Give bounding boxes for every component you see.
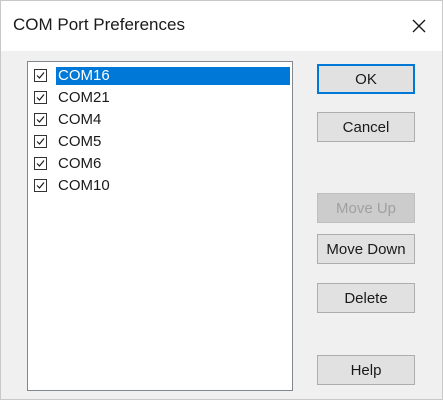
title-bar: COM Port Preferences: [1, 1, 442, 51]
move-down-button[interactable]: Move Down: [317, 234, 415, 264]
list-item[interactable]: COM10: [32, 175, 290, 197]
checkbox[interactable]: [34, 135, 47, 148]
checkmark-icon: [36, 94, 45, 101]
checkbox[interactable]: [34, 69, 47, 82]
checkbox[interactable]: [34, 179, 47, 192]
delete-button[interactable]: Delete: [317, 283, 415, 313]
com-port-list[interactable]: COM16 COM21 COM4 COM5 COM6 COM10: [27, 61, 293, 391]
close-button[interactable]: [396, 1, 442, 51]
ok-button[interactable]: OK: [317, 64, 415, 94]
port-label: COM6: [58, 155, 102, 172]
list-item[interactable]: COM6: [32, 153, 290, 175]
port-label: COM5: [58, 133, 102, 150]
port-label: COM16: [58, 67, 110, 84]
port-label: COM4: [58, 111, 102, 128]
checkmark-icon: [36, 72, 45, 79]
com-port-preferences-dialog: COM Port Preferences COM16 COM21 COM4 CO…: [0, 0, 443, 400]
checkmark-icon: [36, 182, 45, 189]
help-button[interactable]: Help: [317, 355, 415, 385]
port-label: COM10: [58, 177, 110, 194]
list-item[interactable]: COM5: [32, 131, 290, 153]
checkmark-icon: [36, 138, 45, 145]
close-icon: [412, 19, 426, 33]
list-item[interactable]: COM16: [32, 65, 290, 87]
checkbox[interactable]: [34, 91, 47, 104]
checkbox[interactable]: [34, 157, 47, 170]
dialog-title: COM Port Preferences: [13, 15, 185, 34]
list-item[interactable]: COM4: [32, 109, 290, 131]
checkbox[interactable]: [34, 113, 47, 126]
checkmark-icon: [36, 160, 45, 167]
list-item[interactable]: COM21: [32, 87, 290, 109]
move-up-button[interactable]: Move Up: [317, 193, 415, 223]
checkmark-icon: [36, 116, 45, 123]
port-label: COM21: [58, 89, 110, 106]
cancel-button[interactable]: Cancel: [317, 112, 415, 142]
